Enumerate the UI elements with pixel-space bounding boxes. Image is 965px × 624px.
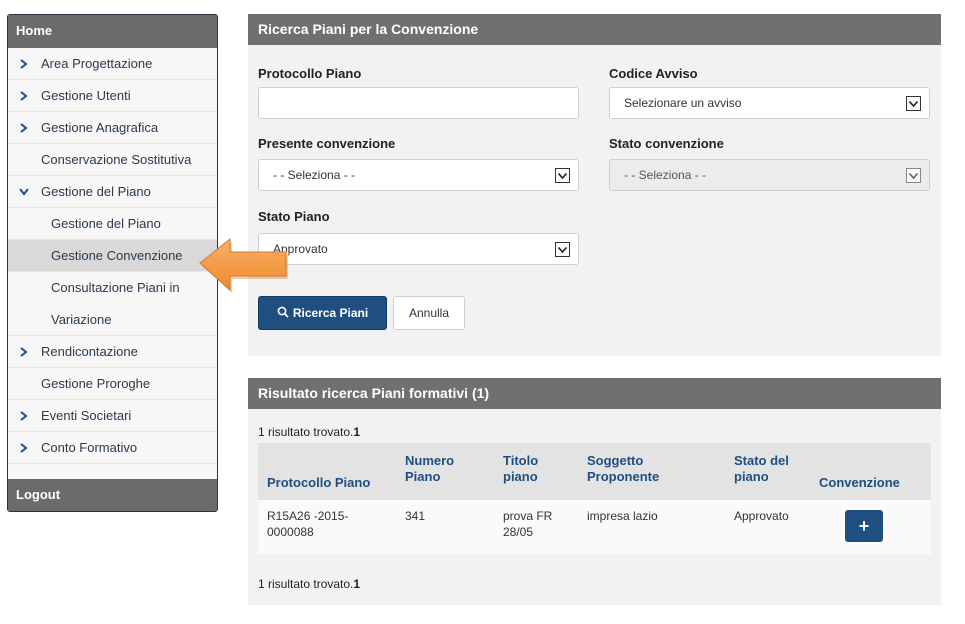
sidebar-item-label: Consultazione Piani in Variazione — [51, 280, 180, 327]
chevron-right-icon — [17, 48, 31, 80]
results-panel: Risultato ricerca Piani formativi (1) 1 … — [248, 378, 941, 605]
sidebar-item-gestione-proroghe[interactable]: Gestione Proroghe — [8, 368, 217, 400]
results-count-number: 1 — [353, 425, 361, 439]
chevron-down-icon — [17, 176, 31, 208]
sidebar-item-rendicontazione[interactable]: Rendicontazione — [8, 336, 217, 368]
ricerca-piani-button[interactable]: Ricerca Piani — [258, 296, 387, 330]
results-count-number: 1 — [353, 577, 361, 591]
sidebar-item-gestione-utenti[interactable]: Gestione Utenti — [8, 80, 217, 112]
results-count-bottom: 1 risultato trovato.1 — [258, 577, 360, 591]
annulla-button[interactable]: Annulla — [393, 296, 465, 330]
sidebar-item-label: Gestione Utenti — [41, 88, 131, 103]
column-header-convenzione: Convenzione — [819, 475, 900, 490]
chevron-right-icon — [17, 432, 31, 464]
sidebar-item-eventi-societari[interactable]: Eventi Societari — [8, 400, 217, 432]
sidebar-subitem-gestione-del-piano[interactable]: Gestione del Piano — [8, 208, 217, 240]
sidebar-item-label: Rendicontazione — [41, 344, 138, 359]
sidebar-item-gestione-anagrafica[interactable]: Gestione Anagrafica — [8, 112, 217, 144]
sidebar-subitem-consultazione-piani[interactable]: Consultazione Piani in Variazione — [8, 272, 217, 336]
chevron-right-icon — [17, 400, 31, 432]
codice-avviso-select[interactable]: Selezionare un avviso — [609, 87, 930, 119]
sidebar-item-label: Gestione del Piano — [51, 216, 161, 231]
cell-stato: Approvato — [734, 509, 789, 523]
chevron-right-icon — [17, 80, 31, 112]
column-header-numero: Numero Piano — [405, 453, 455, 484]
sidebar-nav: Home Area Progettazione Gestione Utenti … — [7, 14, 218, 512]
column-header-stato: Stato del piano — [734, 453, 789, 484]
sidebar-item-label: Gestione Proroghe — [41, 376, 151, 391]
table-row: R15A26 -2015-0000088 341 prova FR 28/05 … — [258, 500, 931, 554]
protocollo-input[interactable] — [258, 87, 579, 119]
presente-convenzione-select[interactable]: - - Seleziona - - — [258, 159, 579, 191]
presente-convenzione-label: Presente convenzione — [258, 136, 396, 151]
chevron-right-icon — [17, 336, 31, 368]
results-count-text: 1 risultato trovato. — [258, 577, 354, 591]
presente-convenzione-value: - - Seleziona - - — [273, 168, 356, 182]
sidebar-logout[interactable]: Logout — [8, 479, 217, 511]
search-panel: Ricerca Piani per la Convenzione Protoco… — [248, 14, 941, 356]
results-count-text: 1 risultato trovato. — [258, 425, 354, 439]
column-header-soggetto: Soggetto Proponente — [587, 453, 660, 484]
results-table-header: Protocollo Piano Numero Piano Titolo pia… — [258, 443, 931, 500]
sidebar-item-label: Eventi Societari — [41, 408, 132, 423]
ricerca-piani-label: Ricerca Piani — [292, 306, 369, 320]
cell-protocollo: R15A26 -2015-0000088 — [267, 509, 349, 539]
sidebar-item-label: Conto Formativo — [41, 440, 138, 455]
chevron-down-icon — [906, 96, 921, 111]
sidebar-subitem-gestione-convenzione[interactable]: Gestione Convenzione — [8, 240, 217, 272]
codice-avviso-value: Selezionare un avviso — [624, 96, 742, 110]
sidebar-item-label: Gestione Convenzione — [51, 248, 183, 263]
column-header-titolo: Titolo piano — [503, 453, 539, 484]
chevron-right-icon — [17, 112, 31, 144]
chevron-down-icon — [555, 242, 570, 257]
protocollo-label: Protocollo Piano — [258, 66, 362, 81]
sidebar-item-conservazione-sostitutiva[interactable]: Conservazione Sostitutiva — [8, 144, 217, 176]
stato-piano-select[interactable]: Approvato — [258, 233, 579, 265]
results-count-top: 1 risultato trovato.1 — [258, 425, 360, 439]
sidebar-item-label: Gestione Anagrafica — [41, 120, 159, 135]
sidebar-item-label: Gestione del Piano — [41, 184, 151, 199]
chevron-down-icon — [555, 168, 570, 183]
cell-numero: 341 — [405, 509, 426, 523]
pointer-arrow-icon — [199, 237, 288, 293]
cell-titolo: prova FR 28/05 — [503, 509, 553, 539]
sidebar-item-area-progettazione[interactable]: Area Progettazione — [8, 48, 217, 80]
sidebar-item-gestione-del-piano[interactable]: Gestione del Piano — [8, 176, 217, 208]
sidebar-item-conto-formativo[interactable]: Conto Formativo — [8, 432, 217, 464]
sidebar-home[interactable]: Home — [8, 15, 217, 48]
add-convenzione-button[interactable]: + — [845, 510, 883, 542]
codice-avviso-label: Codice Avviso — [609, 66, 698, 81]
stato-convenzione-label: Stato convenzione — [609, 136, 724, 151]
sidebar-item-label: Area Progettazione — [41, 56, 153, 71]
sidebar-item-label: Conservazione Sostitutiva — [41, 152, 192, 167]
column-header-protocollo: Protocollo Piano — [267, 475, 371, 490]
sidebar-menu: Area Progettazione Gestione Utenti Gesti… — [8, 48, 217, 464]
cell-soggetto: impresa lazio — [587, 509, 658, 523]
results-panel-title: Risultato ricerca Piani formativi (1) — [248, 378, 941, 409]
stato-convenzione-select[interactable]: - - Seleziona - - — [609, 159, 930, 191]
search-panel-title: Ricerca Piani per la Convenzione — [248, 14, 941, 45]
search-icon — [277, 306, 289, 321]
chevron-down-icon — [906, 168, 921, 183]
stato-piano-label: Stato Piano — [258, 209, 330, 224]
stato-convenzione-value: - - Seleziona - - — [624, 168, 707, 182]
